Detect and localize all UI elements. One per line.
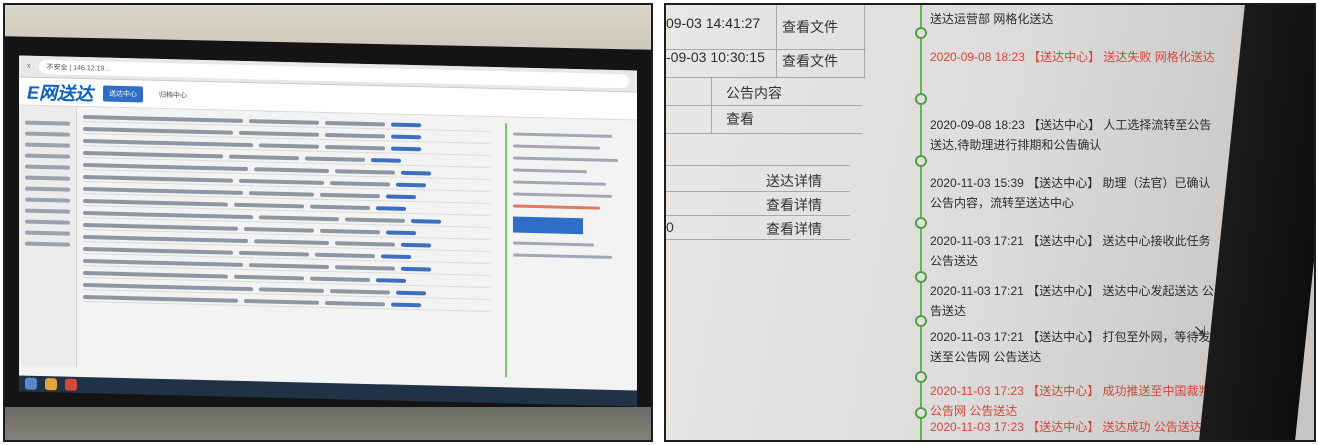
site-logo: E网送达 — [27, 82, 94, 104]
view-file-link[interactable]: 查看文件 — [782, 17, 838, 37]
tab-archive-center: 归档中心 — [159, 91, 188, 100]
highlighted-event — [513, 216, 583, 235]
timeline-dot — [915, 27, 927, 39]
row-time: 09-03 14:41:27 — [666, 15, 761, 31]
browser-icon — [45, 378, 57, 391]
table-row: -09-03 10:30:15 查看文件 — [666, 45, 866, 69]
timeline-dot — [915, 93, 927, 105]
monitor-screen: x 不安全 | 146.12.19... E网送达 送达中心 归档中心 — [19, 55, 637, 403]
photo-screen-closeup: 09-03 14:41:27 查看文件 -09-03 10:30:15 查看文件… — [664, 3, 1316, 442]
delivery-details-header: 送达详情 — [766, 173, 822, 189]
timeline-dot — [915, 371, 927, 383]
notice-view-link[interactable]: 查看 — [726, 109, 754, 129]
timeline-entry: 2020-09-08 18:23 【送达中心】 送达失败 网格化送达 — [930, 50, 1215, 64]
view-file-link[interactable]: 查看文件 — [782, 51, 838, 71]
app-icon — [65, 378, 77, 391]
timeline-entry: 2020-11-03 17:21 【送达中心】 送达中心发起送达 公告送达 — [930, 284, 1214, 318]
timeline-dot — [915, 407, 927, 419]
mouse-cursor-icon: ⇲ — [1194, 323, 1206, 339]
timeline-dot — [915, 271, 927, 283]
screen-closeup: 09-03 14:41:27 查看文件 -09-03 10:30:15 查看文件… — [666, 5, 1241, 440]
start-icon — [25, 377, 37, 390]
timeline-entry: 2020-09-08 18:23 【送达中心】 人工选择流转至公告送达,待助理进… — [930, 118, 1212, 152]
timeline-dot — [915, 155, 927, 167]
view-details-link[interactable]: 查看详情 — [766, 219, 822, 239]
timeline-entry: 2020-11-03 17:23 【送达中心】 送达成功 公告送达 — [930, 420, 1202, 434]
timeline-dot — [915, 217, 927, 229]
table-row: 09-03 14:41:27 查看文件 — [666, 11, 866, 35]
document-table — [77, 107, 497, 377]
row-time: -09-03 10:30:15 — [666, 49, 765, 65]
timeline-panel-small — [505, 123, 637, 381]
row-index: 0 — [666, 219, 674, 235]
timeline-entry: 2020-11-03 17:21 【送达中心】 打包至外网，等待发送至公告网 公… — [930, 330, 1211, 364]
browser-tab: x — [27, 62, 31, 70]
delivery-timeline: 送达运营部 网格化送达 2020-09-08 18:23 【送达中心】 送达失败… — [915, 5, 1226, 440]
photo-monitor-overview: x 不安全 | 146.12.19... E网送达 送达中心 归档中心 — [3, 3, 653, 442]
desk-surface — [5, 407, 651, 440]
view-details-link[interactable]: 查看详情 — [766, 195, 822, 215]
notice-content-header: 公告内容 — [726, 85, 782, 101]
sidebar — [19, 105, 77, 367]
tab-service-center: 送达中心 — [103, 85, 144, 102]
page-content — [19, 105, 637, 381]
timeline-entry: 2020-11-03 17:21 【送达中心】 送达中心接收此任务 公告送达 — [930, 234, 1211, 268]
timeline-dot — [915, 315, 927, 327]
timeline-entry: 2020-11-03 15:39 【送达中心】 助理（法官）已确认公告内容，流转… — [930, 176, 1211, 210]
timeline-entry: 2020-11-03 17:23 【送达中心】 成功推送至中国裁判公告网 公告送… — [930, 384, 1211, 418]
timeline-entry: 送达运营部 网格化送达 — [930, 12, 1054, 26]
